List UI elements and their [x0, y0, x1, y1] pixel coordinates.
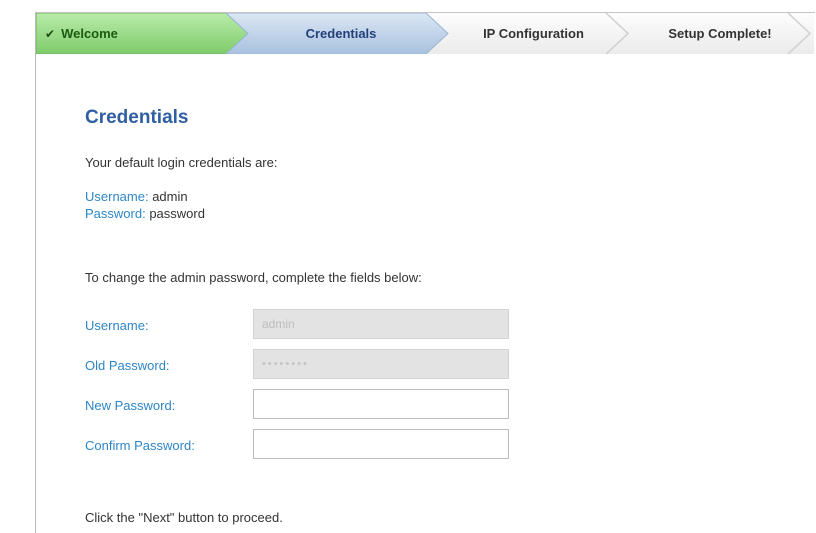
- change-instruction: To change the admin password, complete t…: [85, 270, 422, 285]
- username-field: [253, 309, 509, 339]
- old-password-field: [253, 349, 509, 379]
- default-password-line: Password: password: [85, 206, 205, 221]
- intro-text: Your default login credentials are:: [85, 155, 278, 170]
- step-credentials-label: Credentials: [305, 26, 377, 41]
- check-icon: ✔: [45, 26, 56, 41]
- page-title: Credentials: [85, 107, 189, 128]
- step-setup-complete-label: Setup Complete!: [668, 26, 772, 41]
- default-password-label: Password:: [85, 206, 146, 221]
- step-ip-configuration[interactable]: IP Configuration: [441, 13, 626, 54]
- footer-note: Click the "Next" button to proceed.: [85, 510, 283, 525]
- step-welcome[interactable]: ✔ Welcome: [36, 13, 241, 54]
- new-password-field[interactable]: [253, 389, 509, 419]
- default-username-line: Username: admin: [85, 189, 188, 204]
- confirm-password-label: Confirm Password:: [85, 438, 195, 453]
- step-welcome-label: Welcome: [61, 26, 118, 41]
- default-password-value: password: [149, 206, 205, 221]
- step-credentials[interactable]: Credentials: [241, 13, 441, 54]
- confirm-password-field[interactable]: [253, 429, 509, 459]
- default-username-label: Username:: [85, 189, 149, 204]
- new-password-label: New Password:: [85, 398, 176, 413]
- wizard-steps: ✔ Welcome Credentials IP Configuration S…: [36, 13, 814, 54]
- username-label: Username:: [85, 318, 149, 333]
- step-ip-configuration-label: IP Configuration: [483, 26, 584, 41]
- old-password-label: Old Password:: [85, 358, 170, 373]
- default-username-value: admin: [152, 189, 188, 204]
- step-setup-complete[interactable]: Setup Complete!: [626, 13, 814, 54]
